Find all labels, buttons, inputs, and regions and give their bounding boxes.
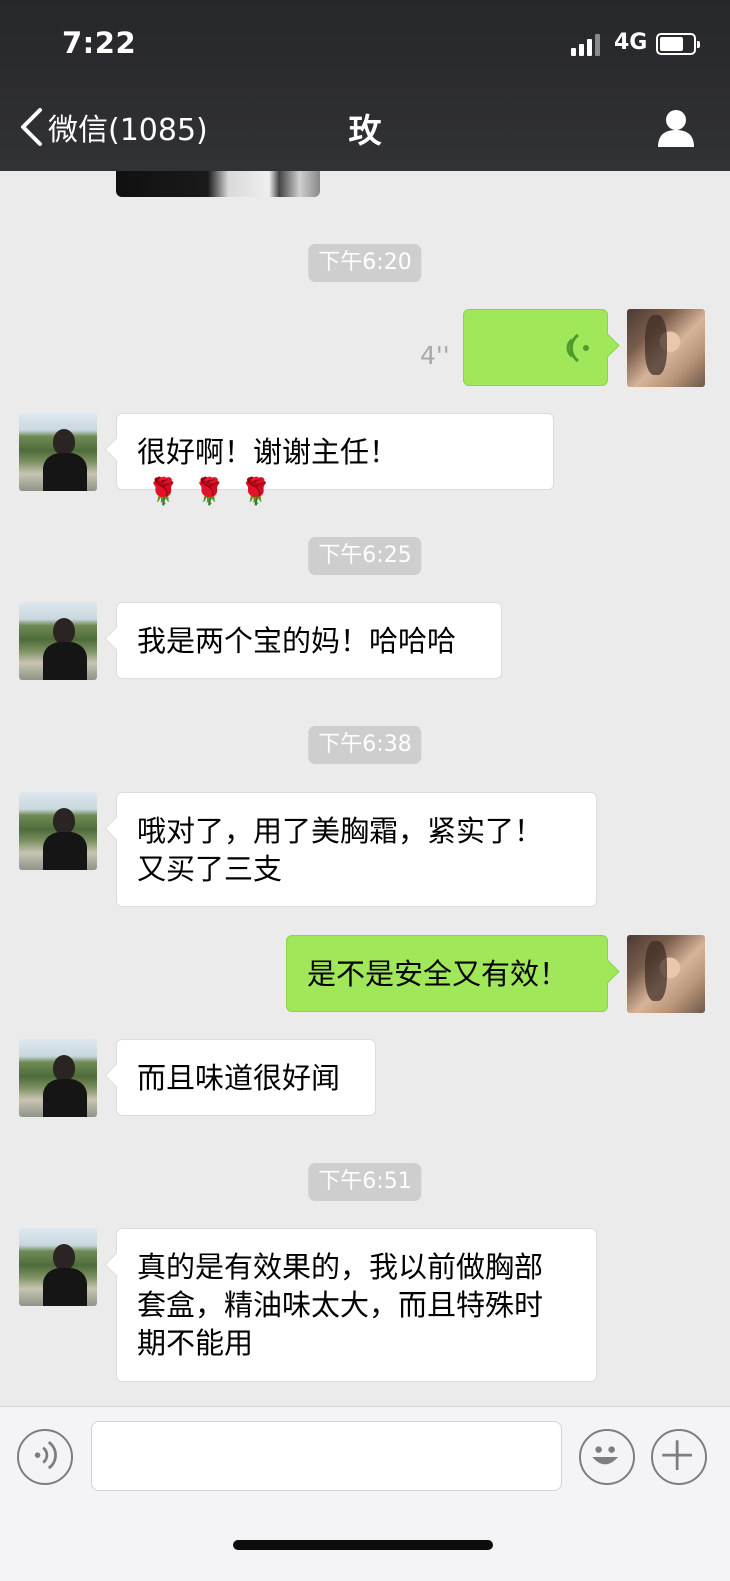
- more-button[interactable]: [651, 1429, 707, 1485]
- message-bubble[interactable]: 而且味道很好闻: [116, 1039, 376, 1116]
- back-button[interactable]: 微信(1085): [18, 104, 208, 150]
- rose-emoji: 🌹🌹🌹: [147, 477, 287, 507]
- timestamp: 下午6:25: [308, 537, 422, 575]
- profile-button[interactable]: [656, 108, 696, 148]
- network-type: 4G: [614, 30, 648, 55]
- person-icon: [658, 110, 694, 147]
- message-bubble[interactable]: 很好啊！谢谢主任！ 🌹🌹🌹: [116, 413, 554, 507]
- message-text: 哦对了，用了美胸霜，紧实了！ 又买了三支: [137, 814, 544, 886]
- emoji-button[interactable]: [579, 1429, 635, 1485]
- chevron-left-icon: [21, 108, 42, 146]
- voice-input-button[interactable]: [17, 1429, 73, 1485]
- voice-wave-icon: [566, 333, 589, 363]
- signal-icon: [571, 34, 603, 56]
- chat-title: 玫: [348, 111, 382, 150]
- message-input[interactable]: [91, 1421, 562, 1491]
- battery-icon: [656, 33, 700, 55]
- back-label: 微信(1085): [48, 113, 208, 148]
- message-text: 很好啊！谢谢主任！: [137, 435, 399, 469]
- timestamp: 下午6:51: [308, 1163, 422, 1201]
- smiley-icon: [592, 1446, 619, 1465]
- status-time: 7:22: [62, 26, 137, 60]
- contact-avatar[interactable]: [19, 413, 97, 491]
- voice-message[interactable]: [463, 309, 608, 386]
- timestamp: 下午6:38: [308, 726, 422, 764]
- message-bubble[interactable]: 是不是安全又有效！: [286, 935, 608, 1012]
- input-bar: [0, 1406, 730, 1581]
- message-list[interactable]: 下午6:20 4'' 很好啊！谢谢主任！ 🌹🌹🌹 下午6:25 我是两个宝的妈！哈…: [0, 171, 730, 1406]
- top-bar: 7:22 4G 微信(1085) 玫: [0, 0, 730, 171]
- plus-icon: [662, 1440, 692, 1470]
- message-bubble[interactable]: 真的是有效果的，我以前做胸部 套盒，精油味太大，而且特殊时 期不能用: [116, 1228, 597, 1382]
- message-text: 真的是有效果的，我以前做胸部 套盒，精油味太大，而且特殊时 期不能用: [137, 1250, 544, 1360]
- image-message[interactable]: [116, 171, 320, 197]
- message-text: 是不是安全又有效！: [307, 957, 569, 991]
- message-text: 我是两个宝的妈！哈哈哈: [137, 624, 457, 658]
- message-bubble[interactable]: 我是两个宝的妈！哈哈哈: [116, 602, 502, 679]
- message-text: 而且味道很好闻: [137, 1061, 341, 1095]
- voice-duration: 4'': [420, 341, 450, 370]
- timestamp: 下午6:20: [308, 244, 422, 282]
- contact-avatar[interactable]: [19, 1039, 97, 1117]
- home-indicator[interactable]: [233, 1540, 493, 1550]
- voice-wave-icon: [34, 1440, 57, 1470]
- contact-avatar[interactable]: [19, 792, 97, 870]
- my-avatar[interactable]: [627, 935, 705, 1013]
- contact-avatar[interactable]: [19, 602, 97, 680]
- my-avatar[interactable]: [627, 309, 705, 387]
- message-bubble[interactable]: 哦对了，用了美胸霜，紧实了！ 又买了三支: [116, 792, 597, 907]
- contact-avatar[interactable]: [19, 1228, 97, 1306]
